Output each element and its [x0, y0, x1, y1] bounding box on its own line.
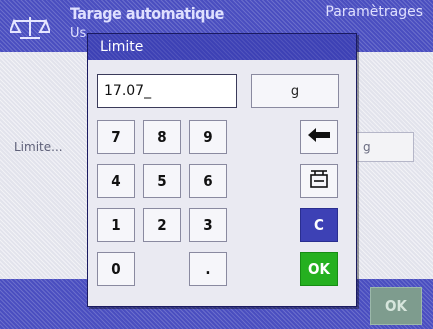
app-title: Tarage automatique	[70, 4, 224, 23]
key-3[interactable]: 3	[189, 208, 227, 242]
key-0[interactable]: 0	[97, 252, 135, 286]
scale-icon	[8, 14, 52, 46]
params-label: Paramètrages	[325, 4, 423, 20]
scale-weigh-button[interactable]	[300, 164, 338, 198]
backspace-button[interactable]	[300, 120, 338, 154]
value-entry-field[interactable]: 17.07_	[97, 74, 237, 108]
key-4[interactable]: 4	[97, 164, 135, 198]
key-6[interactable]: 6	[189, 164, 227, 198]
background-ok-button[interactable]: OK	[370, 287, 422, 325]
limit-unit-field[interactable]: g	[354, 132, 414, 162]
dialog-title: Limite	[88, 34, 356, 60]
key-9[interactable]: 9	[189, 120, 227, 154]
key-decimal-point[interactable]: .	[189, 252, 227, 286]
key-1[interactable]: 1	[97, 208, 135, 242]
unit-button[interactable]: g	[251, 74, 339, 108]
key-7[interactable]: 7	[97, 120, 135, 154]
ok-button[interactable]: OK	[300, 252, 338, 286]
limit-dialog: Limite 17.07_ g 7 8 9 4 5 6 1 2 3 C 0 . …	[87, 33, 357, 307]
key-2[interactable]: 2	[143, 208, 181, 242]
limit-row-label[interactable]: Limite...	[14, 140, 63, 154]
key-5[interactable]: 5	[143, 164, 181, 198]
scale-tare-icon	[309, 169, 329, 193]
clear-button[interactable]: C	[300, 208, 338, 242]
app-subtitle: Us	[70, 26, 87, 41]
key-8[interactable]: 8	[143, 120, 181, 154]
backspace-arrow-icon	[308, 128, 330, 146]
